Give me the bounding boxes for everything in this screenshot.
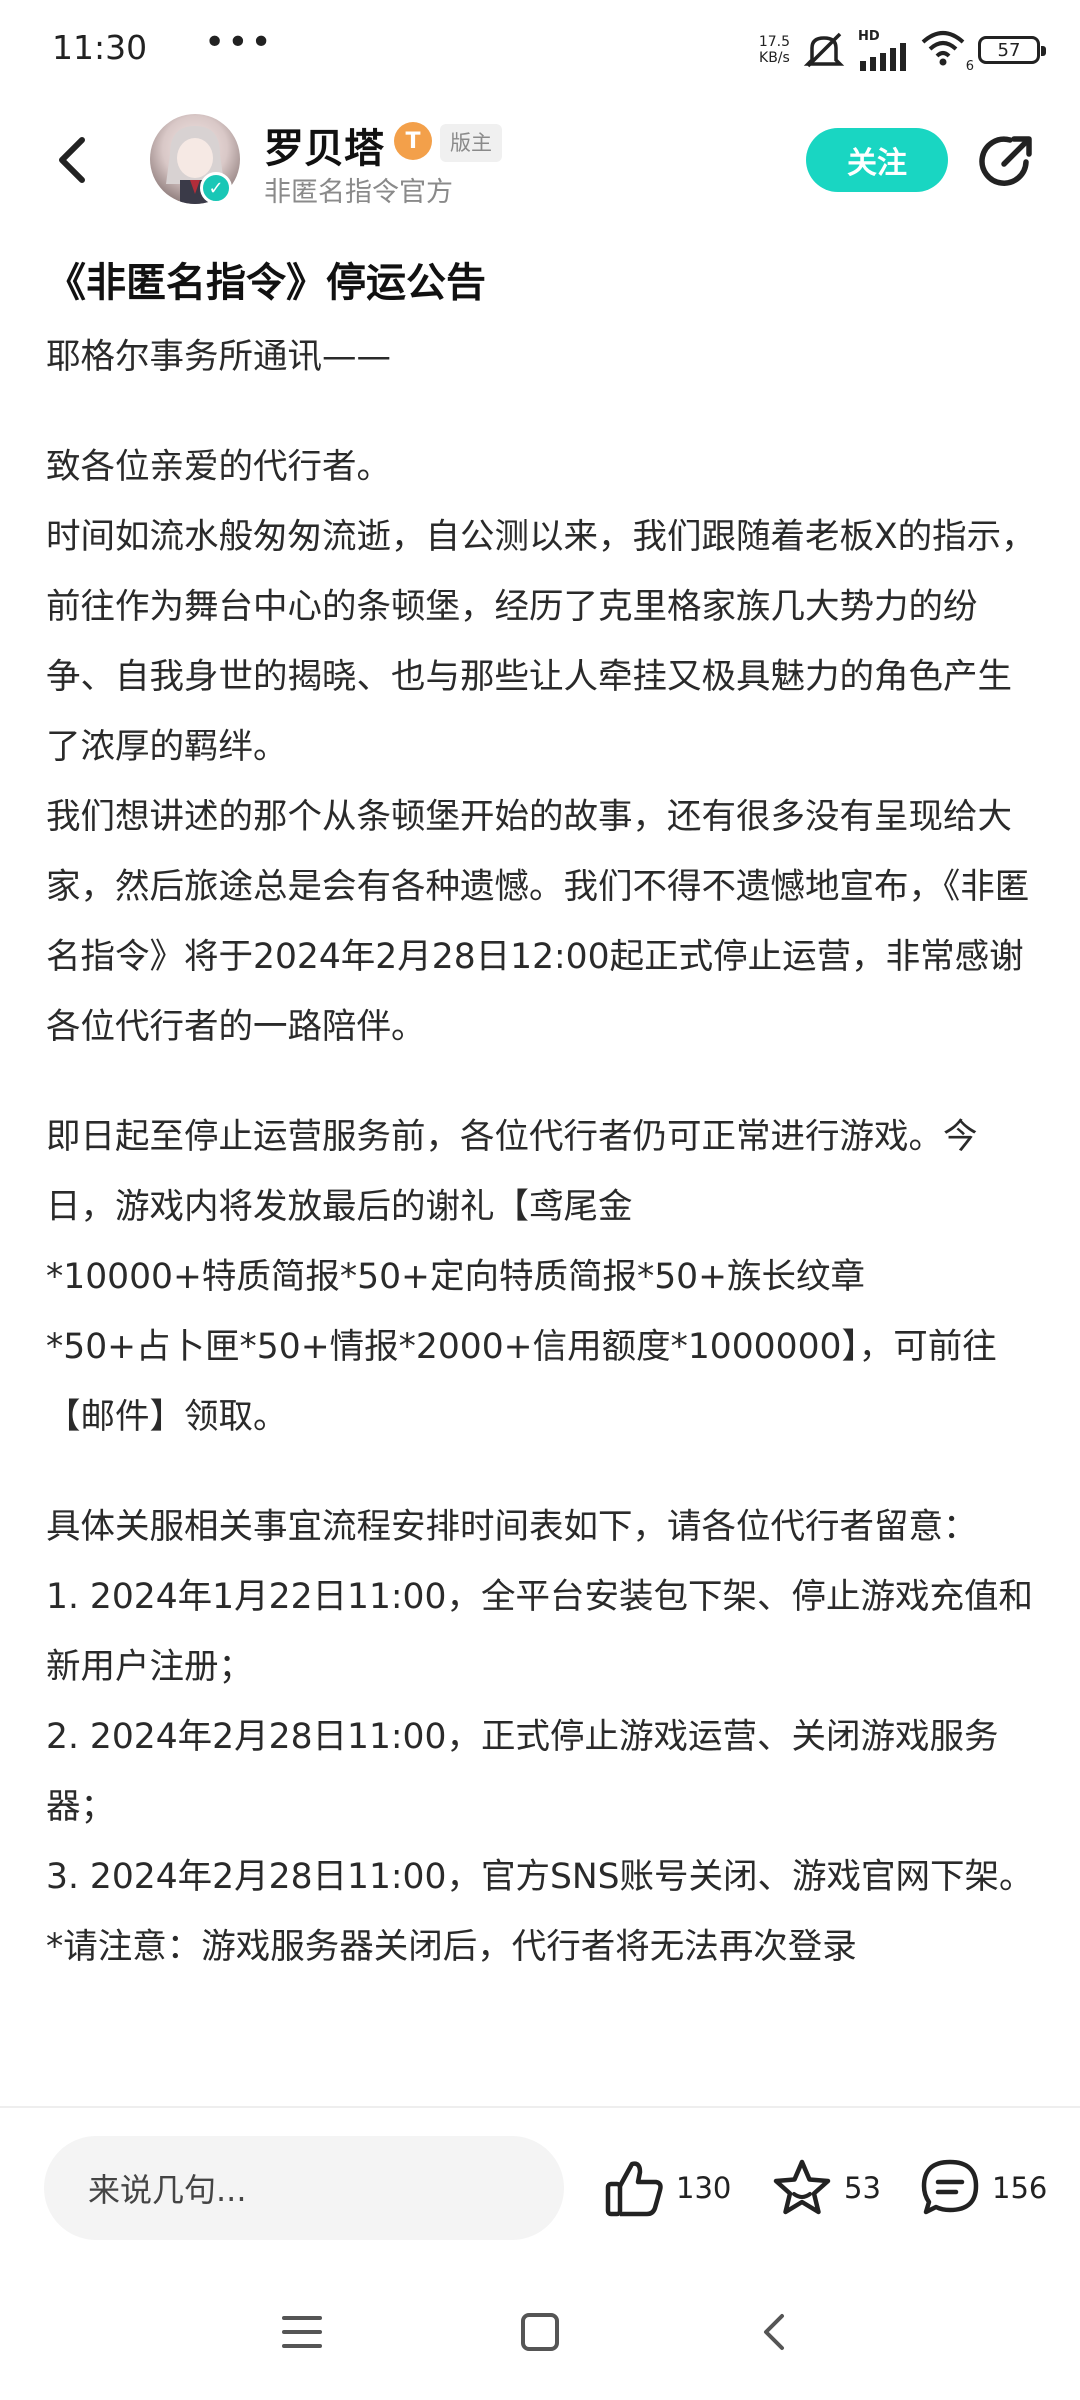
- back-nav-icon[interactable]: [746, 2302, 806, 2362]
- comment-count: 156: [992, 2171, 1048, 2205]
- like-count: 130: [676, 2171, 732, 2205]
- hd-label: HD: [858, 28, 880, 44]
- paragraph: 即日起至停止运营服务前，各位代行者仍可正常进行游戏。今日，游戏内将发放最后的谢礼…: [46, 1117, 978, 1227]
- status-time: 11:30: [52, 28, 148, 67]
- favorite-count: 53: [844, 2171, 881, 2205]
- signal-group: HD: [858, 30, 908, 71]
- post-title: 《非匿名指令》停运公告: [46, 260, 486, 306]
- system-nav-bar: [0, 2270, 1080, 2400]
- list-item: 3. 2024年2月28日11:00，官方SNS账号关闭、游戏官网下架。: [46, 1857, 1034, 1897]
- comment-button[interactable]: 156: [918, 2152, 1047, 2224]
- follow-button-label: 关注: [847, 146, 907, 181]
- wifi-icon: [921, 31, 965, 66]
- paragraph: 时间如流水般匆匆流逝，自公测以来，我们跟随着老板X的指示，前往作为舞台中心的条顿…: [46, 517, 1036, 767]
- wifi-group: 6: [920, 30, 974, 74]
- thumbs-up-icon: [605, 2161, 663, 2217]
- paragraph: 我们想讲述的那个从条顿堡开始的故事，还有很多没有呈现给大家，然后旅途总是会有各种…: [46, 797, 1030, 1047]
- list-item: 2. 2024年2月28日11:00，正式停止游戏运营、关闭游戏服务器；: [46, 1717, 999, 1827]
- home-icon[interactable]: [510, 2302, 570, 2362]
- share-icon[interactable]: [976, 130, 1038, 192]
- paragraph: 耶格尔事务所通讯——: [46, 337, 391, 377]
- post-header: ✓ 罗贝塔 T 版主 非匿名指令官方 关注: [0, 100, 1080, 230]
- battery-icon: 57: [978, 36, 1046, 64]
- comment-icon: [921, 2159, 979, 2215]
- role-tag: 版主: [440, 124, 502, 162]
- paragraph: 具体关服相关事宜流程安排时间表如下，请各位代行者留意：: [46, 1507, 978, 1547]
- comment-placeholder: 来说几句...: [88, 2171, 247, 2209]
- follow-button[interactable]: 关注: [806, 128, 948, 192]
- author-subtitle: 非匿名指令官方: [264, 177, 453, 208]
- level-badge-text: T: [405, 128, 421, 154]
- author-name[interactable]: 罗贝塔: [264, 116, 384, 174]
- paragraph: 致各位亲爱的代行者。: [46, 447, 391, 487]
- post-detail-screen: 11:30 ••• 17.5 KB/s HD 6 57 ✓ 罗贝塔 T 版主 非…: [0, 0, 1080, 2400]
- list-item: 1. 2024年1月22日11:00，全平台安装包下架、停止游戏充值和新用户注册…: [46, 1577, 1033, 1687]
- comment-input[interactable]: 来说几句...: [44, 2136, 564, 2240]
- level-badge: T: [394, 122, 432, 160]
- paragraph: *请注意：游戏服务器关闭后，代行者将无法再次登录: [46, 1927, 857, 1967]
- status-bar: 11:30 ••• 17.5 KB/s HD 6 57: [0, 0, 1080, 100]
- menu-icon[interactable]: [272, 2302, 332, 2362]
- post-body: 耶格尔事务所通讯—— 致各位亲爱的代行者。 时间如流水般匆匆流逝，自公测以来，我…: [46, 322, 1036, 1982]
- mute-alarm-icon: [803, 32, 845, 68]
- signal-icon: [860, 42, 906, 71]
- status-icons: 17.5 KB/s HD 6 57: [759, 28, 1046, 74]
- network-speed-unit: KB/s: [759, 50, 790, 66]
- wifi-label: 6: [965, 59, 974, 74]
- battery-level: 57: [997, 39, 1021, 61]
- content-fade: [0, 2060, 1080, 2106]
- paragraph: *10000+特质简报*50+定向特质简报*50+族长纹章: [46, 1257, 866, 1297]
- paragraph: *50+占卜匣*50+情报*2000+信用额度*1000000】，可前往【邮件】…: [46, 1327, 997, 1437]
- more-notifications-icon: •••: [204, 22, 274, 63]
- verified-icon: ✓: [200, 172, 232, 204]
- favorite-button[interactable]: 53: [770, 2152, 881, 2224]
- network-speed: 17.5 KB/s: [759, 34, 790, 66]
- back-icon[interactable]: [44, 130, 104, 190]
- network-speed-value: 17.5: [758, 34, 790, 50]
- like-button[interactable]: 130: [602, 2152, 731, 2224]
- star-icon: [773, 2159, 831, 2215]
- bottom-action-bar: 来说几句... 130 53 156: [0, 2108, 1080, 2268]
